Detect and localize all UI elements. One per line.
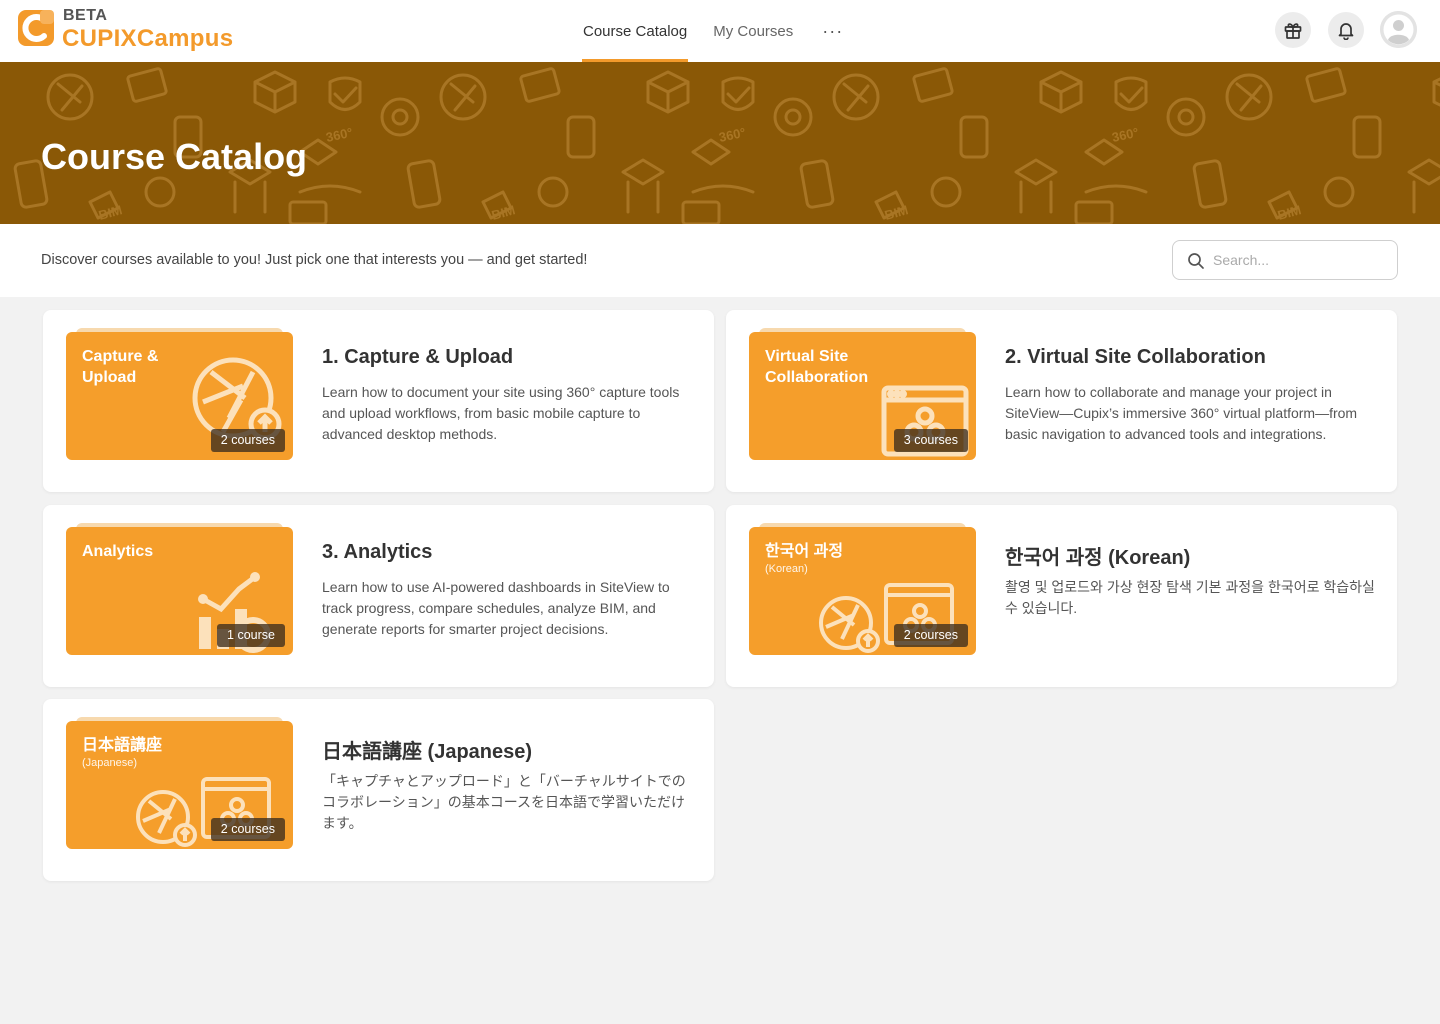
course-title[interactable]: 3. Analytics (322, 541, 432, 564)
course-thumbnail[interactable]: Capture & Upload 2 courses (66, 328, 293, 460)
thumbnail-title: 한국어 과정 (765, 543, 844, 560)
course-description: Learn how to collaborate and manage your… (1005, 384, 1358, 442)
course-count-badge: 2 courses (210, 429, 285, 452)
brand-cupix: CUPIX (62, 25, 137, 52)
top-navigation-bar: BETA CUPIXCampus Course Catalog My Cours… (0, 0, 1440, 62)
cupix-logo-icon (18, 10, 54, 46)
course-card-virtual-site-collaboration[interactable]: Virtual Site Collaboration 3 courses 2. … (726, 310, 1397, 492)
notifications-button[interactable] (1328, 12, 1364, 48)
course-thumbnail[interactable]: Analytics 1 course (66, 523, 293, 655)
nav-course-catalog[interactable]: Course Catalog (570, 0, 700, 62)
course-title[interactable]: 日本語講座 (Japanese) (322, 735, 532, 764)
thumbnail-subtitle: (Korean) (765, 563, 808, 575)
course-thumbnail[interactable]: 한국어 과정 (Korean) 2 courses (749, 523, 976, 655)
course-count-badge: 2 courses (893, 624, 968, 647)
course-description: Learn how to document your site using 36… (322, 384, 680, 442)
nav-my-courses[interactable]: My Courses (700, 0, 806, 62)
course-description: 「キャプチャとアップロード」と「バーチャルサイトでのコラボレーション」の基本コー… (322, 773, 686, 831)
gift-button[interactable] (1275, 12, 1311, 48)
course-card-japanese[interactable]: 日本語講座 (Japanese) 2 courses 日本語講座 (Japane… (43, 699, 714, 881)
course-card-korean[interactable]: 한국어 과정 (Korean) 2 courses 한국어 과정 (Korean… (726, 505, 1397, 687)
bell-icon (1338, 23, 1354, 40)
course-thumbnail[interactable]: 日本語講座 (Japanese) 2 courses (66, 717, 293, 849)
user-avatar[interactable] (1380, 11, 1417, 48)
page-title: Course Catalog (41, 136, 308, 177)
thumbnail-face: Capture & Upload 2 courses (66, 332, 293, 460)
more-menu-button[interactable]: ··· (806, 0, 859, 62)
course-count-badge: 1 course (217, 624, 285, 647)
course-description: Learn how to use AI-powered dashboards i… (322, 579, 670, 637)
course-count-badge: 3 courses (893, 429, 968, 452)
catalog-banner: 360° 360° 360° BIM BIM BIM BIM Course Ca… (0, 62, 1440, 224)
course-title[interactable]: 2. Virtual Site Collaboration (1005, 346, 1266, 369)
brand-name: CUPIXCampus (62, 25, 233, 53)
user-avatar-icon (1380, 11, 1417, 48)
thumbnail-subtitle: (Japanese) (82, 757, 138, 769)
search-icon (1188, 253, 1204, 269)
thumbnail-face: Analytics 1 course (66, 527, 293, 655)
course-card-analytics[interactable]: Analytics 1 course 3. Analytics Learn ho… (43, 505, 714, 687)
intro-bar: Discover courses available to you! Just … (0, 224, 1440, 297)
course-title[interactable]: 한국어 과정 (Korean) (1005, 541, 1190, 570)
course-thumbnail[interactable]: Virtual Site Collaboration 3 courses (749, 328, 976, 460)
thumbnail-title: 日本語講座 (82, 737, 163, 754)
brand-campus: Campus (136, 25, 234, 52)
search-input[interactable] (1213, 249, 1388, 271)
beta-label: BETA (63, 7, 108, 24)
pattern-bim-text: BIM (97, 202, 124, 223)
gift-icon (1284, 23, 1302, 39)
pattern-bim-text: BIM (1276, 202, 1303, 223)
search-box[interactable] (1172, 240, 1398, 280)
pattern-bim-text: BIM (490, 202, 517, 223)
pattern-360-text: 360° (718, 125, 747, 145)
pattern-360-text: 360° (325, 125, 354, 145)
pattern-360-text: 360° (1111, 125, 1140, 145)
course-count-badge: 2 courses (210, 818, 285, 841)
thumbnail-face: 日本語講座 (Japanese) 2 courses (66, 721, 293, 849)
thumbnail-face: Virtual Site Collaboration 3 courses (749, 332, 976, 460)
intro-text: Discover courses available to you! Just … (41, 252, 588, 268)
main-nav: Course Catalog My Courses ··· (570, 0, 859, 62)
course-description: 촬영 및 업로드와 가상 현장 탐색 기본 과정을 한국어로 학습하실 수 있습… (1005, 579, 1375, 616)
pattern-bim-text: BIM (883, 202, 910, 223)
thumbnail-face: 한국어 과정 (Korean) 2 courses (749, 527, 976, 655)
course-title[interactable]: 1. Capture & Upload (322, 346, 513, 369)
cupix-campus-logo[interactable]: BETA CUPIXCampus (16, 6, 256, 54)
course-card-capture-upload[interactable]: Capture & Upload 2 courses 1. Capture & … (43, 310, 714, 492)
